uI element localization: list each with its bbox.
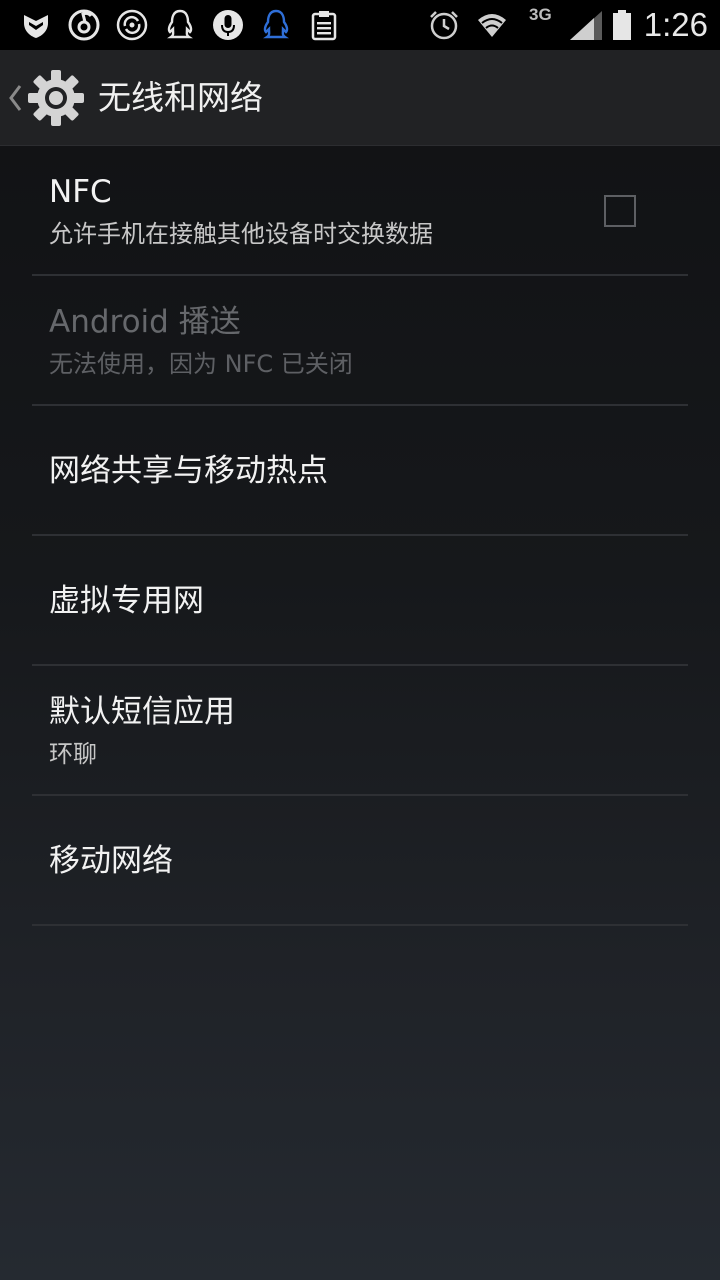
- settings-list: NFC 允许手机在接触其他设备时交换数据 Android 播送 无法使用，因为 …: [32, 146, 688, 926]
- item-title: 默认短信应用: [49, 694, 235, 730]
- back-chevron-icon[interactable]: [6, 76, 24, 120]
- list-item-android-beam: Android 播送 无法使用，因为 NFC 已关闭: [32, 276, 688, 406]
- list-item-vpn[interactable]: 虚拟专用网: [32, 536, 688, 666]
- qq-penguin-icon: [164, 9, 196, 41]
- page-title: 无线和网络: [98, 78, 263, 117]
- item-title: 网络共享与移动热点: [49, 453, 328, 489]
- qq-penguin-blue-icon: [260, 9, 292, 41]
- action-bar: 无线和网络: [0, 50, 720, 146]
- list-item-nfc[interactable]: NFC 允许手机在接触其他设备时交换数据: [32, 146, 688, 276]
- signal-icon: [568, 9, 604, 41]
- item-summary: 允许手机在接触其他设备时交换数据: [49, 220, 433, 248]
- item-summary: 无法使用，因为 NFC 已关闭: [49, 350, 353, 378]
- screen: 3G 1:26 无线和网络 NFC 允许手机在接触其他设备时交换数据 Andro…: [0, 0, 720, 1280]
- alarm-icon: [428, 9, 460, 41]
- netease-music-icon: [68, 9, 100, 41]
- item-title: 移动网络: [49, 843, 173, 879]
- list-item-tethering-hotspot[interactable]: 网络共享与移动热点: [32, 406, 688, 536]
- microphone-icon: [212, 9, 244, 41]
- list-item-mobile-network[interactable]: 移动网络: [32, 796, 688, 926]
- item-title: NFC: [49, 174, 112, 210]
- status-bar: 3G 1:26: [0, 0, 720, 50]
- nfc-checkbox[interactable]: [604, 195, 636, 227]
- wifi-icon: [476, 9, 508, 41]
- status-time: 1:26: [643, 6, 708, 43]
- shield-icon: [20, 9, 52, 41]
- settings-gear-icon[interactable]: [26, 68, 86, 128]
- item-title: 虚拟专用网: [49, 583, 204, 619]
- sync-icon: [116, 9, 148, 41]
- clipboard-icon: [308, 9, 340, 41]
- network-type-label: 3G: [529, 5, 552, 24]
- list-item-default-sms-app[interactable]: 默认短信应用 环聊: [32, 666, 688, 796]
- item-summary: 环聊: [49, 740, 97, 768]
- battery-icon: [610, 9, 634, 41]
- item-title: Android 播送: [49, 304, 241, 340]
